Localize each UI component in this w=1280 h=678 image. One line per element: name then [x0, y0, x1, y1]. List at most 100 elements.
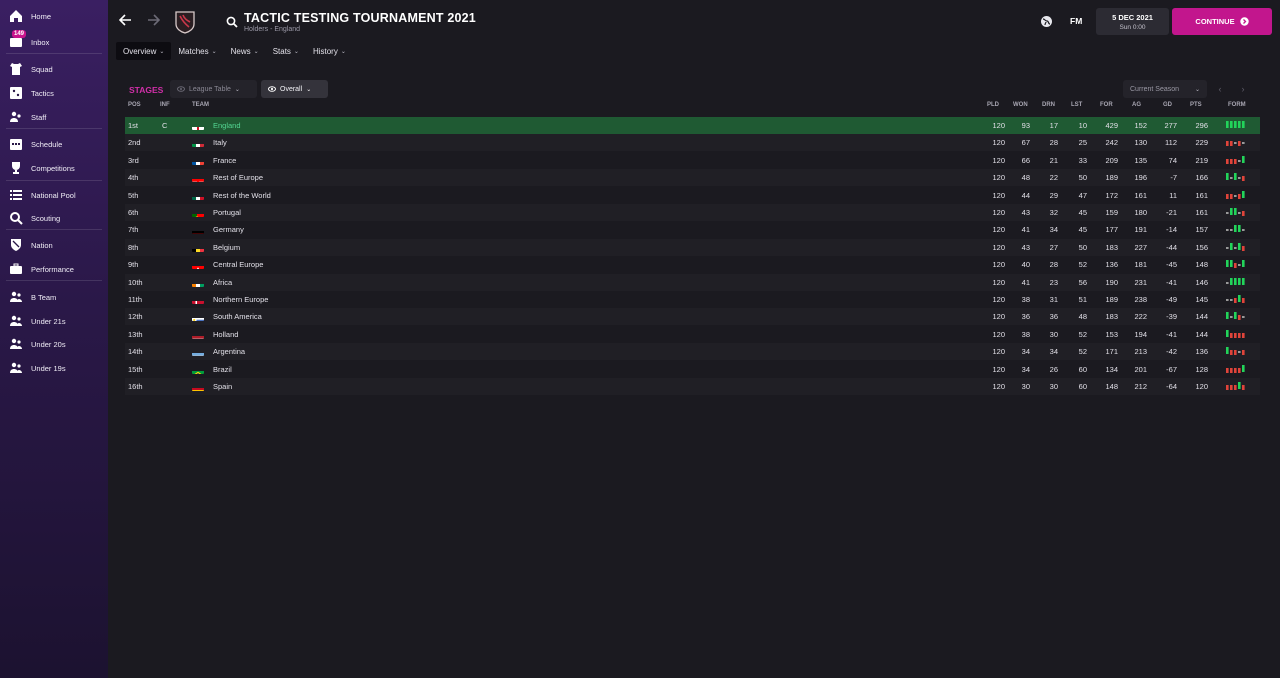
- table-row[interactable]: 8th Belgium 120 43 27 50 183 227 -44 156: [125, 238, 1260, 256]
- team-name[interactable]: South America: [213, 312, 262, 321]
- table-row[interactable]: 4th Rest of Europe 120 48 22 50 189 196 -7 166: [125, 169, 1260, 187]
- table-row[interactable]: 6th Portugal 120 43 32 45 159 180 -21 161: [125, 204, 1260, 221]
- table-row[interactable]: 3rd France 120 66 21 33 209 135 74 219: [125, 152, 1260, 169]
- sidebar-item-tactics[interactable]: Tactics: [0, 82, 104, 104]
- header-form[interactable]: FORM: [1228, 102, 1246, 108]
- table-row[interactable]: 7th Germany 120 41 34 45 177 191 -14 157: [125, 221, 1260, 238]
- competition-logo[interactable]: [174, 10, 196, 34]
- tab-label: Matches: [178, 46, 209, 56]
- tactics-board-icon: [9, 86, 23, 100]
- position-cell: 10th: [128, 277, 143, 287]
- next-season-button[interactable]: ›: [1234, 80, 1252, 98]
- previous-season-button[interactable]: ‹: [1211, 80, 1229, 98]
- tab-news[interactable]: News ⌄: [224, 42, 266, 60]
- sidebar-item-b-team[interactable]: B Team: [0, 286, 104, 308]
- table-row[interactable]: 11th Northern Europe 120 38 31 51 189 238 -49 145: [125, 291, 1260, 308]
- inbox-count-badge[interactable]: 149: [12, 30, 27, 38]
- team-name[interactable]: Holland: [213, 330, 238, 339]
- fm-menu-button[interactable]: FM: [1070, 16, 1082, 26]
- tab-overview[interactable]: Overview ⌄: [116, 42, 172, 60]
- sidebar-item-home[interactable]: Home: [0, 5, 104, 27]
- sidebar-item-performance[interactable]: Performance: [0, 258, 104, 280]
- form-result-d: [1242, 316, 1245, 319]
- sidebar-item-under-20s[interactable]: Under 20s: [0, 333, 104, 355]
- season-dropdown[interactable]: Current Season ⌄: [1123, 80, 1207, 98]
- sidebar-item-schedule[interactable]: Schedule: [0, 133, 104, 155]
- header-pld[interactable]: PLD: [987, 102, 999, 108]
- sidebar-item-label: Under 21s: [31, 316, 66, 326]
- form-result-w: [1230, 208, 1233, 215]
- header-drn[interactable]: DRN: [1042, 102, 1055, 108]
- team-name[interactable]: Northern Europe: [213, 295, 268, 304]
- table-row[interactable]: 10th Africa 120 41 23 56 190 231 -41 146: [125, 273, 1260, 291]
- header-gd[interactable]: GD: [1163, 102, 1172, 108]
- table-row[interactable]: 14th Argentina 120 34 34 52 171 213 -42 136: [125, 343, 1260, 361]
- table-row[interactable]: 1st C England 120 93 17 10 429 152 277 296: [125, 117, 1260, 134]
- form-result-w: [1230, 260, 1233, 268]
- form-result-l: [1242, 385, 1245, 390]
- overall-dropdown[interactable]: Overall ⌄: [261, 80, 328, 98]
- team-name[interactable]: Argentina: [213, 347, 245, 356]
- sidebar-item-staff[interactable]: Staff: [0, 106, 104, 128]
- header-pos[interactable]: POS: [128, 102, 141, 108]
- header-for[interactable]: FOR: [1100, 102, 1113, 108]
- header-team[interactable]: TEAM: [192, 102, 209, 108]
- team-name[interactable]: Belgium: [213, 243, 240, 252]
- header-ag[interactable]: AG: [1132, 102, 1141, 108]
- table-row[interactable]: 15th Brazil 120 34 26 60 134 201 -67 128: [125, 361, 1260, 378]
- form-result-w: [1230, 242, 1233, 250]
- table-row[interactable]: 5th Rest of the World 120 44 29 47 172 161 11 161: [125, 187, 1260, 204]
- sidebar-item-competitions[interactable]: Competitions: [0, 157, 104, 179]
- sidebar-item-under-21s[interactable]: Under 21s: [0, 310, 104, 332]
- header-inf[interactable]: INF: [160, 102, 170, 108]
- team-name[interactable]: Germany: [213, 225, 244, 234]
- team-name[interactable]: Italy: [213, 138, 227, 147]
- team-name[interactable]: Rest of Europe: [213, 173, 263, 182]
- won-cell: 38: [1021, 295, 1030, 304]
- tab-matches[interactable]: Matches ⌄: [171, 42, 223, 60]
- continue-button[interactable]: CONTINUE: [1172, 8, 1272, 35]
- header-pts[interactable]: PTS: [1190, 102, 1202, 108]
- team-name[interactable]: France: [213, 156, 236, 165]
- table-row[interactable]: 9th Central Europe 120 40 28 52 136 181 -45 148: [125, 256, 1260, 273]
- search-icon[interactable]: [226, 15, 238, 28]
- pts-cell: 148: [1195, 260, 1208, 270]
- pld-cell: 120: [992, 382, 1005, 391]
- pld-cell: 120: [992, 173, 1005, 183]
- table-row[interactable]: 2nd Italy 120 67 28 25 242 130 112 229: [125, 134, 1260, 152]
- header-won[interactable]: WON: [1013, 102, 1028, 108]
- team-name[interactable]: Rest of the World: [213, 191, 271, 200]
- sidebar-item-national-pool[interactable]: National Pool: [0, 184, 104, 206]
- header-lst[interactable]: LST: [1071, 102, 1082, 108]
- tab-stats[interactable]: Stats ⌄: [266, 42, 306, 60]
- brazil-flag-icon: [192, 366, 204, 374]
- table-row[interactable]: 16th Spain 120 30 30 60 148 212 -64 120: [125, 378, 1260, 395]
- forward-button[interactable]: [145, 12, 161, 28]
- form-result-w: [1242, 364, 1245, 372]
- team-name[interactable]: England: [213, 121, 241, 130]
- team-name[interactable]: Spain: [213, 382, 232, 391]
- ag-cell: 222: [1134, 312, 1147, 322]
- form-result-d: [1226, 281, 1229, 284]
- sidebar-item-nation[interactable]: Nation: [0, 234, 104, 256]
- ag-cell: 227: [1134, 242, 1147, 252]
- table-row[interactable]: 13th Holland 120 38 30 52 153 194 -41 144: [125, 326, 1260, 343]
- table-row[interactable]: 12th South America 120 36 36 48 183 222 -39 144: [125, 308, 1260, 326]
- sidebar-item-scouting[interactable]: Scouting: [0, 207, 104, 229]
- sidebar-item-under-19s[interactable]: Under 19s: [0, 357, 104, 379]
- team-name[interactable]: Central Europe: [213, 260, 263, 269]
- team-name[interactable]: Portugal: [213, 208, 241, 217]
- position-cell: 1st: [128, 121, 139, 130]
- team-name[interactable]: Africa: [213, 278, 232, 287]
- team-name[interactable]: Brazil: [213, 365, 232, 374]
- game-date[interactable]: 5 DEC 2021 Sun 0:00: [1096, 8, 1169, 35]
- league-table-dropdown[interactable]: League Table ⌄: [170, 80, 257, 98]
- back-button[interactable]: [117, 12, 133, 28]
- position-cell: 8th: [128, 242, 139, 252]
- globe-icon[interactable]: [1040, 15, 1053, 28]
- under-21-icon: [9, 314, 23, 328]
- form-result-d: [1238, 159, 1241, 162]
- pts-cell: 146: [1195, 277, 1208, 287]
- tab-history[interactable]: History ⌄: [306, 42, 353, 60]
- sidebar-item-squad[interactable]: Squad: [0, 58, 104, 80]
